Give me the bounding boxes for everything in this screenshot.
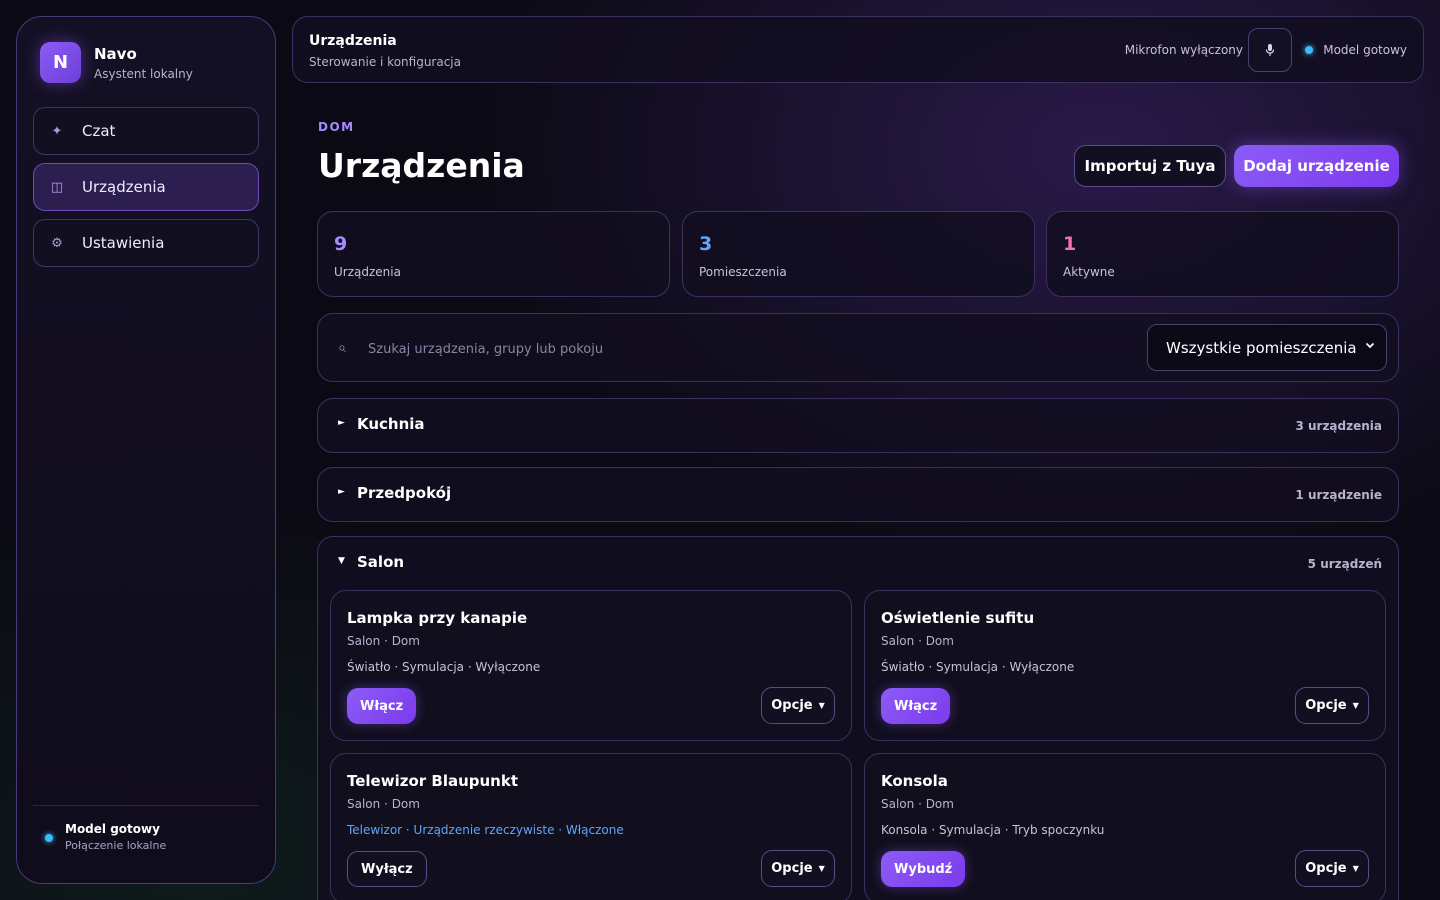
topbar-title: Urządzenia (309, 33, 397, 49)
options-label: Opcje (1305, 861, 1347, 876)
device-card: Telewizor Blaupunkt Salon · Dom Telewizo… (330, 753, 852, 900)
collapse-arrow-icon: ▼ (338, 556, 345, 566)
mic-status-label: Mikrofon wyłączony (1124, 43, 1243, 57)
room-group-count: 5 urządzeń (1307, 557, 1382, 571)
device-meta: Światło · Symulacja · Wyłączone (347, 660, 541, 674)
search-bar: ⌕ Wszystkie pomieszczenia (317, 313, 1399, 382)
stat-label: Pomieszczenia (699, 265, 787, 279)
device-options-button[interactable]: Opcje ▼ (761, 687, 835, 724)
stat-devices: 9 Urządzenia (317, 211, 670, 297)
device-name: Oświetlenie sufitu (881, 609, 1035, 627)
device-location: Salon · Dom (347, 797, 420, 811)
device-meta: Światło · Symulacja · Wyłączone (881, 660, 1075, 674)
options-label: Opcje (771, 861, 813, 876)
device-meta: Konsola · Symulacja · Tryb spoczynku (881, 823, 1105, 837)
devices-icon: ◫ (50, 179, 64, 195)
brand-subtitle: Asystent lokalny (94, 66, 193, 81)
room-group-przedpokoj: ► Przedpokój 1 urządzenie (317, 467, 1399, 522)
status-subtitle: Połączenie lokalne (65, 839, 167, 852)
room-group-salon: ▼ Salon 5 urządzeń Lampka przy kanapie S… (317, 536, 1399, 900)
brand: N Navo Asystent lokalny (40, 42, 193, 83)
device-toggle-button[interactable]: Wybudź (881, 851, 966, 887)
mic-toggle-button[interactable] (1248, 28, 1292, 72)
options-label: Opcje (771, 698, 813, 713)
sidebar-item-ustawienia[interactable]: ⚙ Ustawienia (33, 219, 259, 267)
stat-active: 1 Aktywne (1046, 211, 1399, 297)
device-toggle-button[interactable]: Włącz (347, 688, 417, 724)
page-eyebrow: DOM (318, 120, 355, 134)
stat-rooms: 3 Pomieszczenia (682, 211, 1035, 297)
device-options-button[interactable]: Opcje ▼ (1295, 850, 1369, 887)
sidebar-item-label: Urządzenia (82, 178, 166, 196)
caret-down-icon: ▼ (818, 864, 825, 873)
device-toggle-button[interactable]: Wyłącz (347, 851, 427, 887)
sidebar: N Navo Asystent lokalny ✦ Czat ◫ Urządze… (16, 16, 276, 884)
room-group-count: 3 urządzenia (1295, 419, 1382, 433)
stat-value: 3 (699, 233, 713, 255)
topbar: Urządzenia Sterowanie i konfiguracja Mik… (292, 16, 1424, 83)
sidebar-model-status: Model gotowy Połączenie lokalne (45, 822, 166, 852)
options-label: Opcje (1305, 698, 1347, 713)
topbar-subtitle: Sterowanie i konfiguracja (309, 55, 461, 69)
stat-label: Urządzenia (334, 265, 401, 279)
page-title: Urządzenia (318, 146, 525, 185)
brand-logo: N (40, 42, 81, 83)
add-device-button[interactable]: Dodaj urządzenie (1234, 145, 1399, 187)
device-card: Lampka przy kanapie Salon · Dom Światło … (330, 590, 852, 741)
import-tuya-button[interactable]: Importuj z Tuya (1074, 145, 1226, 187)
sidebar-item-label: Ustawienia (82, 234, 165, 252)
device-location: Salon · Dom (347, 634, 420, 648)
sidebar-nav: ✦ Czat ◫ Urządzenia ⚙ Ustawienia (33, 107, 259, 275)
room-filter-select[interactable]: Wszystkie pomieszczenia (1147, 324, 1387, 371)
sidebar-item-label: Czat (82, 122, 116, 140)
room-group-name: Przedpokój (357, 484, 452, 502)
device-name: Telewizor Blaupunkt (347, 772, 518, 790)
search-input[interactable] (368, 334, 1068, 364)
gear-icon: ⚙ (51, 235, 63, 251)
room-group-name: Kuchnia (357, 415, 425, 433)
model-status-label: Model gotowy (1323, 43, 1407, 57)
device-options-button[interactable]: Opcje ▼ (761, 850, 835, 887)
room-group-name: Salon (357, 553, 405, 571)
caret-down-icon: ▼ (818, 701, 825, 710)
sidebar-item-urzadzenia[interactable]: ◫ Urządzenia (33, 163, 259, 211)
room-group-count: 1 urządzenie (1295, 488, 1382, 502)
device-meta: Telewizor · Urządzenie rzeczywiste · Włą… (347, 823, 624, 837)
caret-down-icon: ▼ (1352, 701, 1359, 710)
stat-value: 9 (334, 233, 348, 255)
room-group-kuchnia: ► Kuchnia 3 urządzenia (317, 398, 1399, 453)
room-filter-value: Wszystkie pomieszczenia (1166, 338, 1357, 357)
device-name: Lampka przy kanapie (347, 609, 528, 627)
device-name: Konsola (881, 772, 948, 790)
caret-down-icon: ▼ (1352, 864, 1359, 873)
status-title: Model gotowy (65, 822, 160, 836)
expand-arrow-icon: ► (338, 418, 345, 428)
search-icon: ⌕ (338, 340, 346, 356)
device-toggle-button[interactable]: Włącz (881, 688, 951, 724)
device-card: Oświetlenie sufitu Salon · Dom Światło ·… (864, 590, 1386, 741)
stat-value: 1 (1063, 233, 1077, 255)
device-card: Konsola Salon · Dom Konsola · Symulacja … (864, 753, 1386, 900)
status-dot-icon (45, 834, 53, 842)
chevron-down-icon (1365, 342, 1375, 349)
device-location: Salon · Dom (881, 634, 954, 648)
device-location: Salon · Dom (881, 797, 954, 811)
brand-name: Navo (94, 44, 137, 63)
expand-arrow-icon: ► (338, 487, 345, 497)
sidebar-item-czat[interactable]: ✦ Czat (33, 107, 259, 155)
sidebar-divider (33, 805, 259, 806)
model-status-dot-icon (1305, 46, 1313, 54)
room-group-header[interactable]: ► Kuchnia 3 urządzenia (318, 399, 1398, 453)
room-group-header[interactable]: ► Przedpokój 1 urządzenie (318, 468, 1398, 522)
stat-label: Aktywne (1063, 265, 1115, 279)
device-options-button[interactable]: Opcje ▼ (1295, 687, 1369, 724)
sparkle-icon: ✦ (51, 123, 63, 139)
room-group-header[interactable]: ▼ Salon 5 urządzeń (318, 537, 1398, 591)
microphone-icon (1265, 44, 1275, 56)
